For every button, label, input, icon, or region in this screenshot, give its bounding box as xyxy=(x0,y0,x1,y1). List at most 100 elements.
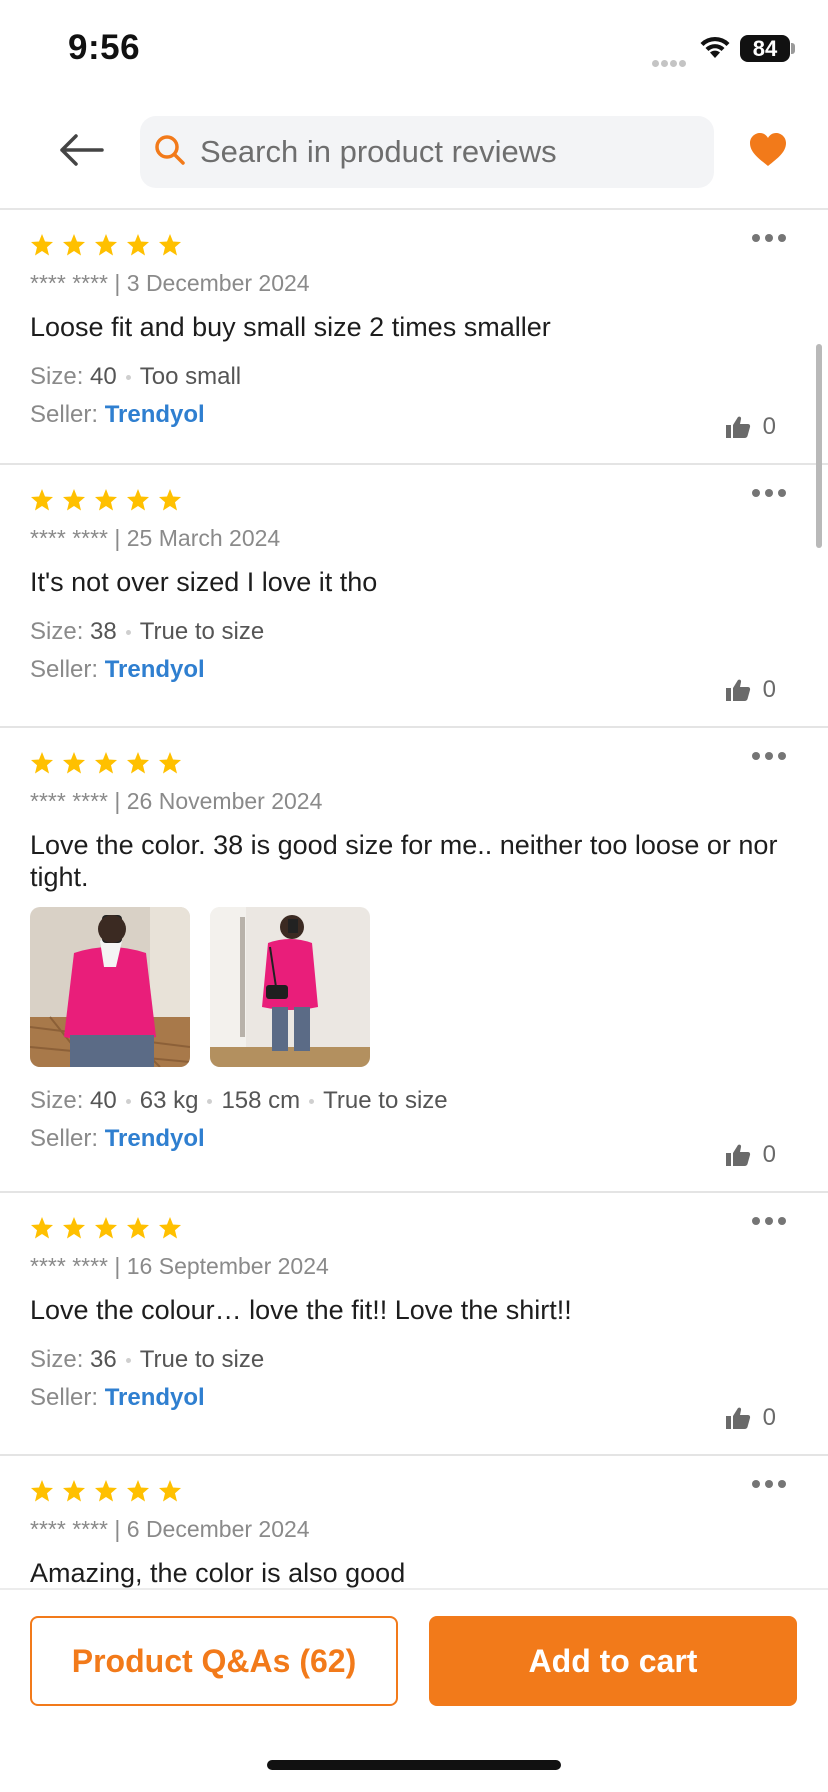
like-button[interactable]: 0 xyxy=(725,413,776,441)
product-qa-button[interactable]: Product Q&As (62) xyxy=(30,1616,398,1706)
seller-label: Seller: xyxy=(30,656,99,683)
fit-value: Too small xyxy=(139,363,242,390)
review-card: **** **** | 26 November 2024 Love the co… xyxy=(0,728,828,1193)
star-rating xyxy=(30,485,798,515)
seller-link[interactable]: Trendyol xyxy=(105,656,205,683)
star-icon xyxy=(159,234,181,256)
review-seller: Seller: Trendyol xyxy=(30,656,798,684)
fit-value: True to size xyxy=(139,1346,265,1373)
review-card: **** **** | 6 December 2024 Amazing, the… xyxy=(0,1456,828,1588)
review-meta: **** **** | 26 November 2024 xyxy=(30,788,323,814)
cellular-signal-icon xyxy=(652,54,688,72)
size-label: Size: xyxy=(30,618,84,645)
search-icon xyxy=(155,135,185,165)
reviews-list[interactable]: **** **** | 3 December 2024 Loose fit an… xyxy=(0,210,828,1588)
review-card: **** **** | 16 September 2024 Love the c… xyxy=(0,1193,828,1456)
thumbs-up-icon xyxy=(725,416,750,438)
star-icon xyxy=(95,1217,117,1239)
search-input[interactable] xyxy=(200,116,700,188)
scrollbar[interactable] xyxy=(816,344,822,548)
size-value: 38 xyxy=(90,618,117,645)
seller-link[interactable]: Trendyol xyxy=(105,1125,205,1152)
review-seller: Seller: Trendyol xyxy=(30,1125,798,1153)
star-icon xyxy=(159,1480,181,1502)
like-button[interactable]: 0 xyxy=(725,1141,776,1169)
more-options-icon[interactable] xyxy=(752,1480,786,1488)
star-icon xyxy=(159,489,181,511)
like-button[interactable]: 0 xyxy=(725,676,776,704)
review-meta: **** **** | 3 December 2024 xyxy=(30,270,310,296)
star-icon xyxy=(95,752,117,774)
review-meta: **** **** | 25 March 2024 xyxy=(30,525,281,551)
review-photo[interactable] xyxy=(210,907,370,1067)
seller-label: Seller: xyxy=(30,401,99,428)
home-indicator xyxy=(267,1760,561,1770)
star-icon xyxy=(95,1480,117,1502)
wifi-icon xyxy=(700,36,730,58)
reviewer-name: **** **** xyxy=(30,525,108,551)
more-options-icon[interactable] xyxy=(752,1217,786,1225)
more-options-icon[interactable] xyxy=(752,752,786,760)
review-date: 6 December 2024 xyxy=(126,1516,310,1542)
seller-label: Seller: xyxy=(30,1125,99,1152)
star-rating xyxy=(30,1213,798,1243)
status-time: 9:56 xyxy=(68,28,141,67)
header xyxy=(0,100,828,210)
star-icon xyxy=(63,1480,85,1502)
review-photo[interactable] xyxy=(30,907,190,1067)
thumbs-up-icon xyxy=(725,1144,750,1166)
reviewer-name: **** **** xyxy=(30,1253,108,1279)
review-attributes: Size: 38 True to size xyxy=(30,618,798,646)
add-to-cart-button[interactable]: Add to cart xyxy=(429,1616,797,1706)
review-date: 25 March 2024 xyxy=(126,525,281,551)
like-count: 0 xyxy=(762,1141,776,1168)
size-value: 40 xyxy=(90,363,117,390)
search-bar[interactable] xyxy=(140,116,714,188)
star-rating xyxy=(30,1476,798,1506)
like-count: 0 xyxy=(762,1404,776,1431)
more-options-icon[interactable] xyxy=(752,234,786,242)
star-icon xyxy=(63,489,85,511)
seller-label: Seller: xyxy=(30,1384,99,1411)
review-photos xyxy=(30,907,798,1067)
fit-value: True to size xyxy=(323,1087,448,1114)
star-icon xyxy=(127,1480,149,1502)
bottom-action-bar: Product Q&As (62) Add to cart xyxy=(0,1588,828,1792)
star-rating xyxy=(30,230,798,260)
star-icon xyxy=(63,234,85,256)
star-icon xyxy=(127,489,149,511)
review-date: 16 September 2024 xyxy=(126,1253,329,1279)
review-text: Love the color. 38 is good size for me..… xyxy=(30,830,778,892)
thumbs-up-icon xyxy=(725,679,750,701)
star-icon xyxy=(63,752,85,774)
heart-icon[interactable] xyxy=(748,132,788,168)
review-attributes: Size: 36 True to size xyxy=(30,1346,798,1374)
review-text: Loose fit and buy small size 2 times sma… xyxy=(30,312,551,342)
reviewer-name: **** **** xyxy=(30,270,108,296)
like-button[interactable]: 0 xyxy=(725,1404,776,1432)
review-meta: **** **** | 16 September 2024 xyxy=(30,1253,329,1279)
battery-cap xyxy=(791,43,795,54)
star-icon xyxy=(127,752,149,774)
like-count: 0 xyxy=(762,676,776,703)
review-text: It's not over sized I love it tho xyxy=(30,567,378,597)
star-icon xyxy=(31,752,53,774)
size-label: Size: xyxy=(30,363,84,390)
back-arrow-icon[interactable] xyxy=(56,130,106,170)
review-text: Love the colour… love the fit!! Love the… xyxy=(30,1295,572,1325)
seller-link[interactable]: Trendyol xyxy=(105,401,205,428)
reviewer-name: **** **** xyxy=(30,788,108,814)
star-icon xyxy=(159,752,181,774)
star-icon xyxy=(95,489,117,511)
thumbs-up-icon xyxy=(725,1407,750,1429)
like-count: 0 xyxy=(762,413,776,440)
star-icon xyxy=(31,1217,53,1239)
star-icon xyxy=(159,1217,181,1239)
seller-link[interactable]: Trendyol xyxy=(105,1384,205,1411)
review-card: **** **** | 3 December 2024 Loose fit an… xyxy=(0,210,828,465)
fit-value: True to size xyxy=(139,618,265,645)
star-rating xyxy=(30,748,798,778)
star-icon xyxy=(31,489,53,511)
more-options-icon[interactable] xyxy=(752,489,786,497)
star-icon xyxy=(63,1217,85,1239)
